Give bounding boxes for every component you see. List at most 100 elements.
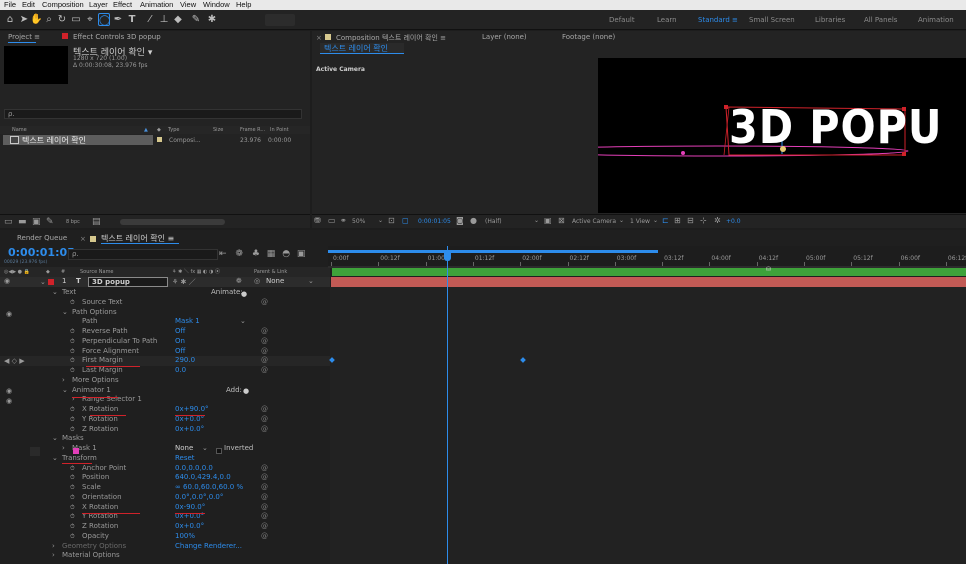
- expression-pickwhip-icon[interactable]: @: [261, 532, 268, 542]
- pen-tool-icon[interactable]: ✒: [112, 13, 124, 26]
- expression-pickwhip-icon[interactable]: @: [261, 347, 268, 357]
- animator-add-icon[interactable]: ●: [243, 387, 249, 395]
- workspace-small-screen[interactable]: Small Screen: [749, 16, 795, 24]
- expression-pickwhip-icon[interactable]: @: [261, 464, 268, 474]
- tab-composition[interactable]: Composition 텍스트 레이어 확인 ≡: [336, 33, 446, 43]
- timeline-graph[interactable]: [330, 287, 966, 564]
- exposure-icon[interactable]: ✲: [714, 216, 721, 225]
- close-tab-icon[interactable]: ×: [80, 235, 86, 243]
- parent-chevron-icon[interactable]: ⌄: [308, 277, 314, 285]
- selection-tool-icon[interactable]: ➤: [18, 13, 30, 26]
- twirl-arrow-icon[interactable]: ⌄: [52, 288, 58, 298]
- property-value[interactable]: Off: [175, 347, 185, 357]
- channel-icon[interactable]: ●: [470, 216, 477, 225]
- keyframe-nav-icon[interactable]: ◀ ◇ ▶: [4, 357, 25, 365]
- camera-dropdown[interactable]: Active Camera: [572, 218, 616, 225]
- frame-blend-icon[interactable]: ▦: [267, 249, 276, 259]
- property-value[interactable]: On: [175, 337, 185, 347]
- views-chevron-icon[interactable]: ⌄: [653, 217, 658, 224]
- property-row[interactable]: ⏱ Force Alignment Off @: [0, 347, 330, 357]
- workspace-standard[interactable]: Standard: [698, 16, 730, 24]
- property-row[interactable]: ⏱ X Rotation 0x-90.0° @: [0, 503, 330, 513]
- property-value[interactable]: 0x-90.0°: [175, 503, 205, 513]
- parent-dropdown[interactable]: None: [266, 277, 284, 285]
- zoom-chevron-icon[interactable]: ⌄: [378, 217, 383, 224]
- comp-breadcrumb[interactable]: 텍스트 레이어 확인: [320, 43, 404, 54]
- workspace-all-panels[interactable]: All Panels: [864, 16, 897, 24]
- property-value[interactable]: 0x+0.0°: [175, 522, 204, 532]
- property-row[interactable]: ⏱ Anchor Point 0.0,0.0,0.0 @: [0, 464, 330, 474]
- property-value[interactable]: ∞ 60.0,60.0,60.0 %: [175, 483, 243, 493]
- fit-icon[interactable]: ⊡: [388, 216, 395, 225]
- twirl-arrow-icon[interactable]: ⌄: [62, 308, 68, 318]
- timeline-search-input[interactable]: ρ.: [68, 249, 218, 260]
- stopwatch-icon[interactable]: ⏱: [70, 415, 75, 425]
- property-row[interactable]: ⌄ Text Animate:: [0, 288, 330, 298]
- property-row[interactable]: Path Mask 1 ⌄: [0, 317, 330, 327]
- menu-item-help[interactable]: Help: [236, 0, 251, 9]
- snapping-toggle[interactable]: [265, 14, 295, 26]
- property-row[interactable]: ⏱ Position 640.0,429.4,0.0 @: [0, 473, 330, 483]
- snapshot-icon[interactable]: ◙: [456, 216, 464, 225]
- tab-render-queue[interactable]: Render Queue: [17, 234, 67, 242]
- type-tool-icon[interactable]: T: [126, 13, 138, 26]
- property-value[interactable]: Reset: [175, 454, 195, 464]
- stopwatch-icon[interactable]: ⏱: [70, 327, 75, 337]
- exposure-value[interactable]: +0.0: [726, 218, 741, 225]
- twirl-arrow-icon[interactable]: ⌄: [52, 454, 58, 464]
- property-value[interactable]: None: [175, 444, 193, 454]
- menu-item-file[interactable]: File: [4, 0, 16, 9]
- expression-pickwhip-icon[interactable]: @: [261, 512, 268, 522]
- property-row[interactable]: ⌄ Path Options: [0, 308, 330, 318]
- mask-mode-switch[interactable]: [30, 447, 40, 456]
- twirl-arrow-icon[interactable]: ›: [62, 376, 65, 386]
- project-scrollbar[interactable]: [120, 219, 225, 225]
- property-row[interactable]: › Range Selector 1: [0, 395, 330, 405]
- home-icon[interactable]: ⌂: [4, 13, 16, 26]
- range-visibility-icon[interactable]: ◉: [6, 397, 12, 405]
- property-row[interactable]: ⌄ Transform Reset: [0, 454, 330, 464]
- menu-item-composition[interactable]: Composition: [42, 0, 84, 9]
- property-action[interactable]: Animate:: [211, 288, 243, 298]
- stopwatch-icon[interactable]: ⏱: [70, 425, 75, 435]
- property-row[interactable]: ⏱ Z Rotation 0x+0.0° @: [0, 522, 330, 532]
- stopwatch-icon[interactable]: ⏱: [70, 483, 75, 493]
- expression-pickwhip-icon[interactable]: @: [261, 405, 268, 415]
- property-row[interactable]: › Geometry Options Change Renderer...: [0, 542, 330, 552]
- menu-item-window[interactable]: Window: [203, 0, 230, 9]
- stopwatch-icon[interactable]: ⏱: [70, 356, 75, 366]
- property-value[interactable]: 640.0,429.4,0.0: [175, 473, 231, 483]
- stopwatch-icon[interactable]: ⏱: [70, 522, 75, 532]
- settings-icon[interactable]: ✎: [46, 217, 54, 227]
- graph-editor-icon[interactable]: ▣: [297, 249, 306, 259]
- expression-pickwhip-icon[interactable]: @: [261, 298, 268, 308]
- expression-pickwhip-icon[interactable]: @: [261, 425, 268, 435]
- workspace-learn[interactable]: Learn: [657, 16, 677, 24]
- expression-pickwhip-icon[interactable]: @: [261, 503, 268, 513]
- property-value[interactable]: 0.0,0.0,0.0: [175, 464, 213, 474]
- property-row[interactable]: ⌄ Masks: [0, 434, 330, 444]
- pan-behind-tool-icon[interactable]: ⌖: [84, 13, 96, 26]
- comp-mini-flowchart-icon[interactable]: ⇤: [219, 249, 227, 259]
- twirl-arrow-icon[interactable]: ⌄: [52, 434, 58, 444]
- property-row[interactable]: ⏱ Z Rotation 0x+0.0° @: [0, 425, 330, 435]
- workspace-menu-icon[interactable]: ≡: [732, 16, 738, 24]
- mask-color-swatch[interactable]: [73, 448, 79, 454]
- property-value[interactable]: 0x+0.0°: [175, 425, 204, 435]
- property-row[interactable]: ⏱ Y Rotation 0x+0.0° @: [0, 512, 330, 522]
- stopwatch-icon[interactable]: ⏱: [70, 347, 75, 357]
- text-animate-icon[interactable]: ●: [241, 290, 247, 298]
- expression-pickwhip-icon[interactable]: @: [261, 483, 268, 493]
- property-value[interactable]: 0.0°,0.0°,0.0°: [175, 493, 223, 503]
- property-row[interactable]: ⏱ Reverse Path Off @: [0, 327, 330, 337]
- interpret-footage-icon[interactable]: ▭: [4, 217, 13, 227]
- property-value[interactable]: 0x+90.0°: [175, 405, 209, 415]
- property-row[interactable]: › More Options: [0, 376, 330, 386]
- vr-icon[interactable]: ⚭: [340, 216, 347, 225]
- property-value[interactable]: Change Renderer...: [175, 542, 242, 552]
- path-visibility-icon[interactable]: ◉: [6, 310, 12, 318]
- timeline-timecode[interactable]: 0:00:01:05: [8, 246, 75, 259]
- menu-item-view[interactable]: View: [180, 0, 196, 9]
- shape-tool-icon[interactable]: ◯: [98, 13, 110, 26]
- marker-icon[interactable]: ⛁: [766, 266, 774, 274]
